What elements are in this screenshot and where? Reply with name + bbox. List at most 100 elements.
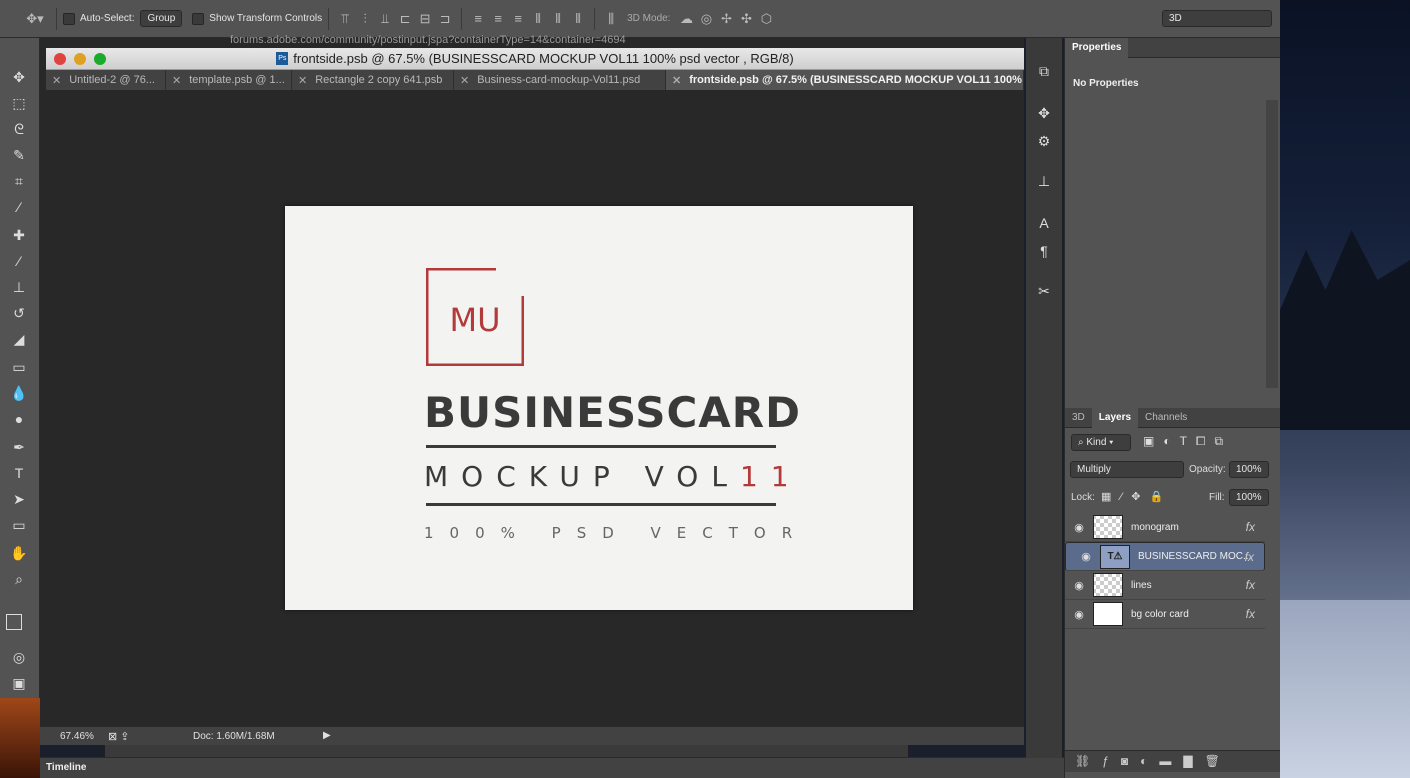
business-card-canvas[interactable]: MU BUSINESSCARD MOCKUP VOL11 100% PSD VE… <box>285 206 913 610</box>
roll-3d-icon[interactable]: ◎ <box>696 10 716 28</box>
auto-select-checkbox[interactable]: Auto-Select: <box>63 10 134 28</box>
lasso-tool-icon[interactable]: ᘓ <box>5 118 33 140</box>
slide-3d-icon[interactable]: ✣ <box>736 10 756 28</box>
clone-source-icon[interactable]: ⊥ <box>1032 170 1056 192</box>
align-left-icon[interactable]: ⊏ <box>395 10 415 28</box>
workspace-dropdown[interactable]: 3D <box>1162 10 1272 27</box>
fill-field[interactable]: 100% <box>1229 489 1269 506</box>
eyedropper-tool-icon[interactable]: ⁄ <box>5 196 33 218</box>
align-vcenter-icon[interactable]: ⫶ <box>355 10 375 28</box>
close-window-button[interactable] <box>54 53 66 65</box>
layer-filter-kind[interactable]: ⌕ Kind ▾ <box>1071 434 1131 451</box>
distribute-vcenter-icon[interactable]: ≡ <box>488 10 508 28</box>
align-right-icon[interactable]: ⊐ <box>435 10 455 28</box>
brush-tool-icon[interactable]: ⁄ <box>5 250 33 272</box>
move-tool-icon[interactable]: ✥ <box>5 66 33 88</box>
tool-presets-icon[interactable]: ✂ <box>1032 280 1056 302</box>
character-panel-icon[interactable]: A <box>1032 212 1056 234</box>
tab-layers[interactable]: Layers <box>1091 407 1139 428</box>
layers-footer-icons[interactable]: ⛓ƒ◙◐▬▇🗑 <box>1065 750 1280 772</box>
distribute-hcenter-icon[interactable]: ⦀ <box>548 10 568 28</box>
adjustments-icon[interactable]: ⚙ <box>1032 130 1056 152</box>
properties-scrollbar[interactable] <box>1266 100 1278 388</box>
lock-icons[interactable]: ▦⁄✥🔒 <box>1101 490 1172 503</box>
marquee-tool-icon[interactable]: ⬚ <box>5 92 33 114</box>
rotate-3d-icon[interactable]: ☁ <box>676 10 696 28</box>
zoom-window-button[interactable] <box>94 53 106 65</box>
properties-tab[interactable]: Properties <box>1065 37 1129 58</box>
layer-row[interactable]: ◉ lines fx <box>1065 571 1265 600</box>
gradient-tool-icon[interactable]: ▭ <box>5 356 33 378</box>
history-panel-icon[interactable]: ⧉ <box>1032 60 1056 82</box>
blur-tool-icon[interactable]: 💧 <box>5 382 33 404</box>
drag-3d-icon[interactable]: ✢ <box>716 10 736 28</box>
doc-tab[interactable]: ✕ Rectangle 2 copy 641.psb <box>292 70 454 90</box>
healing-tool-icon[interactable]: ✚ <box>5 224 33 246</box>
pen-tool-icon[interactable]: ✒ <box>5 436 33 458</box>
screen-mode-icon[interactable]: ▣ <box>5 672 33 694</box>
fx-icon[interactable]: fx <box>1246 520 1255 534</box>
crop-tool-icon[interactable]: ⌗ <box>5 170 33 192</box>
layer-row-selected[interactable]: ◉ T⚠ BUSINESSCARD MOC... fx <box>1065 542 1265 571</box>
auto-align-icon[interactable]: ⫼ <box>601 10 621 28</box>
status-icons[interactable]: ⊠ ⇪ <box>108 730 130 743</box>
history-brush-tool-icon[interactable]: ↺ <box>5 302 33 324</box>
quick-mask-icon[interactable]: ◎ <box>5 646 33 668</box>
distribute-left-icon[interactable]: ⦀ <box>528 10 548 28</box>
canvas-area[interactable]: MU BUSINESSCARD MOCKUP VOL11 100% PSD VE… <box>46 90 1024 726</box>
stamp-tool-icon[interactable]: ⊥ <box>5 276 33 298</box>
auto-select-dropdown[interactable]: Group <box>140 10 183 27</box>
doc-tab[interactable]: ✕ Untitled-2 @ 76... <box>46 70 166 90</box>
distribute-right-icon[interactable]: ⦀ <box>568 10 588 28</box>
opacity-field[interactable]: 100% <box>1229 461 1269 478</box>
fx-icon[interactable]: fx <box>1246 578 1255 592</box>
timeline-label[interactable]: Timeline <box>46 762 86 773</box>
scale-3d-icon[interactable]: ⬡ <box>756 10 776 28</box>
path-select-tool-icon[interactable]: ➤ <box>5 488 33 510</box>
close-tab-icon[interactable]: ✕ <box>52 74 61 87</box>
visibility-eye-icon[interactable]: ◉ <box>1065 608 1093 621</box>
brush-presets-icon[interactable]: ✥ <box>1032 102 1056 124</box>
status-menu-arrow-icon[interactable]: ▶ <box>323 730 331 741</box>
fx-icon[interactable]: fx <box>1246 607 1255 621</box>
quick-select-tool-icon[interactable]: ✎ <box>5 144 33 166</box>
layer-row[interactable]: ◉ monogram fx <box>1065 513 1265 542</box>
paragraph-panel-icon[interactable]: ¶ <box>1032 240 1056 262</box>
show-transform-checkbox[interactable]: Show Transform Controls <box>192 10 322 28</box>
horizontal-scrollbar[interactable] <box>105 745 908 757</box>
tab-3d[interactable]: 3D <box>1065 408 1092 428</box>
foreground-color-swatch[interactable] <box>6 614 22 630</box>
eraser-tool-icon[interactable]: ◢ <box>5 328 33 350</box>
visibility-eye-icon[interactable]: ◉ <box>1072 550 1100 563</box>
minimize-window-button[interactable] <box>74 53 86 65</box>
blend-mode-dropdown[interactable]: Multiply <box>1070 461 1184 478</box>
visibility-eye-icon[interactable]: ◉ <box>1065 521 1093 534</box>
layer-row[interactable]: ◉ bg color card fx <box>1065 600 1265 629</box>
move-tool-icon[interactable]: ✥▾ <box>20 10 50 28</box>
zoom-tool-icon[interactable]: ⌕ <box>5 568 33 590</box>
distribute-bottom-icon[interactable]: ≡ <box>508 10 528 28</box>
dodge-tool-icon[interactable]: ● <box>5 408 33 430</box>
fx-icon[interactable]: fx <box>1245 550 1254 564</box>
align-bottom-icon[interactable]: ⫫ <box>375 10 395 28</box>
type-tool-icon[interactable]: T <box>5 462 33 484</box>
align-top-icon[interactable]: ⫪ <box>335 10 355 28</box>
auto-select-label: Auto-Select: <box>80 13 135 24</box>
doc-tab-active[interactable]: ✕ frontside.psb @ 67.5% (BUSINESSCARD MOC… <box>666 70 1024 90</box>
doc-tab[interactable]: ✕ template.psb @ 1... <box>166 70 292 90</box>
tab-channels[interactable]: Channels <box>1138 408 1194 428</box>
doc-tab[interactable]: ✕ Business-card-mockup-Vol11.psd <box>454 70 666 90</box>
align-hcenter-icon[interactable]: ⊟ <box>415 10 435 28</box>
close-tab-icon[interactable]: ✕ <box>672 74 681 87</box>
distribute-top-icon[interactable]: ≡ <box>468 10 488 28</box>
close-tab-icon[interactable]: ✕ <box>172 74 181 87</box>
doc-size[interactable]: Doc: 1.60M/1.68M <box>193 731 275 742</box>
hand-tool-icon[interactable]: ✋ <box>5 542 33 564</box>
layer-filter-icons[interactable]: ▣◐T⧠⧉ <box>1143 434 1232 449</box>
close-tab-icon[interactable]: ✕ <box>298 74 307 87</box>
shape-tool-icon[interactable]: ▭ <box>5 514 33 536</box>
close-tab-icon[interactable]: ✕ <box>460 74 469 87</box>
zoom-level[interactable]: 67.46% <box>60 731 94 742</box>
visibility-eye-icon[interactable]: ◉ <box>1065 579 1093 592</box>
mode3d-label: 3D Mode: <box>627 13 671 24</box>
